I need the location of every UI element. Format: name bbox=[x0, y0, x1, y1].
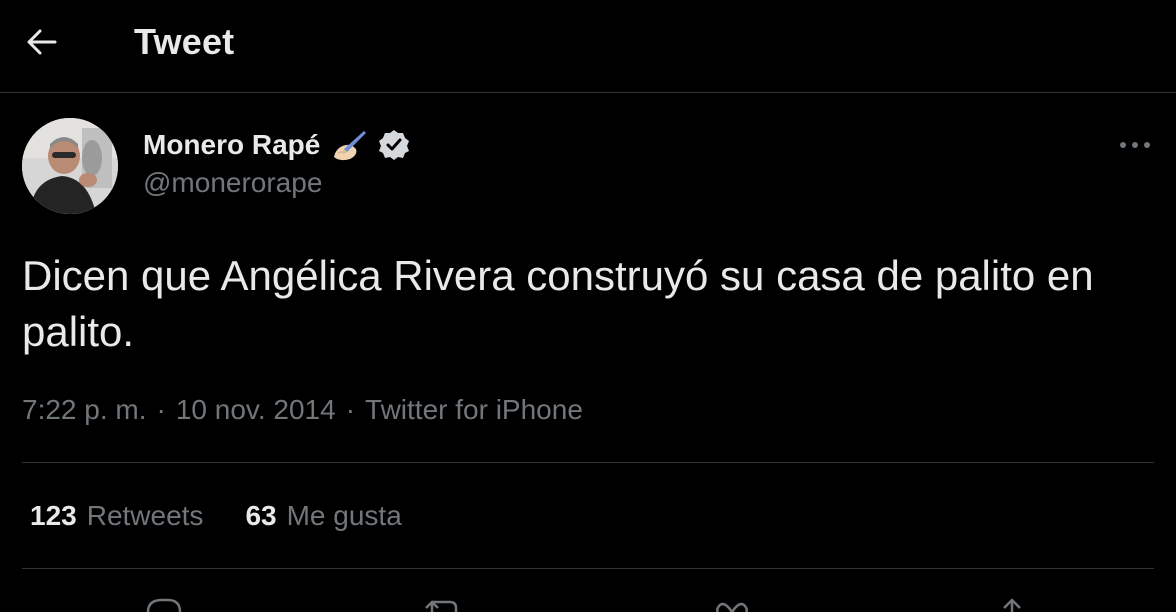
tweet-page: Tweet Monero Rapé @monerorape Dicen que … bbox=[0, 0, 1176, 612]
retweet-icon bbox=[425, 600, 458, 612]
author-handle[interactable]: @monerorape bbox=[143, 167, 322, 199]
header-bar: Tweet bbox=[0, 0, 1176, 93]
verified-badge-icon bbox=[379, 130, 410, 160]
retweets-stat[interactable]: 123 Retweets bbox=[30, 500, 203, 532]
divider bbox=[22, 462, 1154, 463]
likes-stat[interactable]: 63 Me gusta bbox=[245, 500, 401, 532]
share-button[interactable] bbox=[990, 592, 1034, 612]
writing-hand-icon bbox=[334, 131, 367, 161]
tweet-date[interactable]: 10 nov. 2014 bbox=[176, 394, 336, 426]
tweet-source[interactable]: Twitter for iPhone bbox=[365, 394, 583, 426]
share-icon bbox=[1003, 598, 1021, 612]
tweet-stats: 123 Retweets 63 Me gusta bbox=[30, 494, 402, 538]
tweet-text: Dicen que Angélica Rivera construyó su c… bbox=[22, 252, 1094, 355]
like-icon bbox=[715, 602, 749, 612]
author-name[interactable]: Monero Rapé bbox=[143, 129, 320, 161]
author-name-row: Monero Rapé bbox=[143, 124, 410, 166]
tweet-meta: 7:22 p. m. · 10 nov. 2014 · Twitter for … bbox=[22, 390, 583, 430]
back-button[interactable] bbox=[14, 20, 70, 64]
avatar[interactable] bbox=[22, 118, 118, 214]
likes-label: Me gusta bbox=[286, 500, 402, 531]
avatar-image bbox=[22, 118, 118, 214]
tweet-time[interactable]: 7:22 p. m. bbox=[22, 394, 147, 426]
divider bbox=[22, 568, 1154, 569]
retweets-label: Retweets bbox=[86, 500, 204, 531]
page-title: Tweet bbox=[134, 21, 235, 62]
likes-count: 63 bbox=[245, 500, 277, 531]
retweet-button[interactable] bbox=[420, 592, 464, 612]
retweets-count: 123 bbox=[30, 500, 77, 531]
arrow-left-icon bbox=[27, 29, 57, 55]
like-button[interactable] bbox=[710, 592, 754, 612]
meta-separator: · bbox=[156, 394, 166, 425]
reply-button[interactable] bbox=[142, 592, 186, 612]
meta-separator: · bbox=[345, 394, 356, 425]
reply-icon bbox=[146, 598, 182, 612]
more-options-button[interactable] bbox=[1112, 128, 1158, 162]
more-horizontal-icon bbox=[1120, 142, 1150, 148]
